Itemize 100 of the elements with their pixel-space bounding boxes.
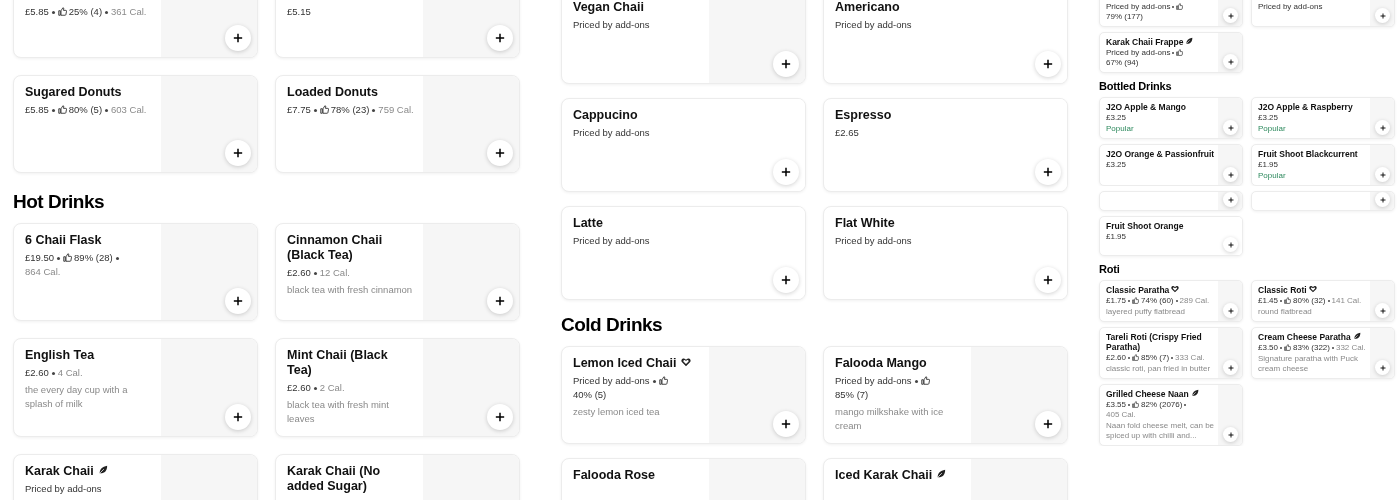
plus-icon: [495, 148, 505, 158]
menu-item-card[interactable]: Flat White Priced by add-ons: [823, 206, 1068, 300]
calories-text: 864 Cal.: [25, 266, 61, 277]
menu-item-card[interactable]: Falooda Mango Priced by add-ons 85% (7) mango milkshake with ice cream: [823, 346, 1068, 444]
plus-icon: [1227, 241, 1234, 248]
item-name: Fruit Shoot Orange: [1106, 221, 1184, 231]
price-text: £2.60: [1106, 353, 1127, 362]
item-name: Cinnamon Chaii (Black Tea): [287, 233, 383, 262]
rating-text: 85% (7): [1141, 353, 1170, 362]
calories-text: 603 Cal.: [111, 104, 147, 115]
menu-item-card[interactable]: Fruit Shoot Orange £1.95: [1099, 216, 1243, 256]
item-name: Grilled Cheese Naan: [1106, 389, 1189, 399]
price-text: £2.65: [835, 127, 859, 138]
price-text: £3.55: [1106, 400, 1127, 409]
price-text: Priced by add-ons: [573, 235, 650, 246]
popular-tag: Popular: [1106, 124, 1215, 134]
price-text: Priced by add-ons: [1106, 2, 1171, 11]
menu-item-card[interactable]: Lemon Iced Chaii Priced by add-ons 40% (5) zesty lemon iced tea: [561, 346, 806, 444]
rating-text: 80% (32): [1293, 296, 1326, 305]
calories-text: 141 Cal.: [1331, 296, 1362, 305]
item-name: Cappucino: [573, 108, 638, 122]
item-name: Karak Chaii: [25, 464, 94, 478]
plus-icon: [1379, 12, 1386, 19]
rating-text: 25% (4): [68, 6, 103, 17]
menu-item-card[interactable]: Loaded Donuts £7.75 78% (23) 759 Cal.: [275, 75, 520, 173]
item-description: layered puffy flatbread: [1106, 307, 1186, 317]
popular-tag: Popular: [1258, 171, 1367, 181]
item-name: J2O Apple & Raspberry: [1258, 102, 1353, 112]
price-text: £2.60: [25, 367, 49, 378]
menu-item-card[interactable]: Americano Priced by add-ons: [823, 0, 1068, 84]
menu-item-card[interactable]: 6 Chaii Flask £19.50 89% (28) 864 Cal.: [13, 223, 258, 321]
plus-icon: [1379, 196, 1386, 203]
price-text: Priced by add-ons: [835, 235, 912, 246]
menu-item-card[interactable]: Karak Chaii Priced by add-ons: [13, 454, 258, 500]
price-text: Priced by add-ons: [835, 19, 912, 30]
plus-icon: [1043, 59, 1053, 69]
plus-icon: [495, 296, 505, 306]
menu-item-card[interactable]: Classic Roti £1.45 80% (32) 141 Cal. round flatbread: [1251, 280, 1395, 322]
plus-icon: [1043, 419, 1053, 429]
plus-icon: [495, 33, 505, 43]
rating-text: 80% (5): [68, 104, 103, 115]
price-text: £3.50: [1258, 343, 1279, 352]
thumbs-up-icon: [1176, 49, 1184, 56]
menu-item-card[interactable]: Karak Chaii Frappe Priced by add-ons 67% (94): [1099, 32, 1243, 73]
menu-item-card[interactable]: Mint Chaii (Black Tea) £2.60 2 Cal. black tea with fresh mint leaves: [275, 338, 520, 437]
menu-item-card[interactable]: Fruit Shoot Blackcurrent £1.95 Popular: [1251, 144, 1395, 186]
menu-item-card[interactable]: Tareli Roti (Crispy Fried Paratha) £2.60 85% (7) 333 Cal. classic roti, pan fried in butter: [1099, 327, 1243, 379]
thumbs-up-icon: [658, 376, 668, 385]
plus-icon: [781, 275, 791, 285]
item-description: black tea with fresh mint leaves: [287, 398, 390, 426]
plus-icon: [1379, 364, 1386, 371]
menu-item-card[interactable]: Karak Chaii (No added Sugar): [275, 454, 520, 500]
menu-item-card[interactable]: Cappucino Priced by add-ons: [561, 98, 806, 192]
plus-icon: [1043, 167, 1053, 177]
item-description: round flatbread: [1258, 307, 1313, 317]
menu-item-card[interactable]: Cream Cheese Paratha £3.50 83% (322) 332 Cal. Signature paratha with Puck cream cheese: [1251, 327, 1395, 379]
price-text: £19.50: [25, 252, 55, 263]
thumbs-up-icon: [1176, 3, 1184, 10]
menu-item-card[interactable]: Priced by add-ons: [1251, 0, 1395, 27]
section-heading: Hot Drinks: [13, 190, 106, 214]
plus-icon: [1227, 307, 1234, 314]
item-name: Mint Chaii (Black Tea): [287, 348, 388, 377]
thumbs-up-icon: [57, 7, 67, 16]
plus-icon: [1227, 431, 1234, 438]
thumbs-up-icon: [920, 376, 930, 385]
price-text: Priced by add-ons: [25, 483, 102, 494]
rating-text: 78% (23): [330, 104, 370, 115]
price-text: Priced by add-ons: [573, 19, 650, 30]
item-name: Flat White: [835, 216, 895, 230]
price-text: £1.45: [1258, 296, 1279, 305]
rating-text: 74% (60): [1141, 296, 1174, 305]
menu-item-card[interactable]: English Tea £2.60 4 Cal. the every day cup with a splash of milk: [13, 338, 258, 437]
menu-item-card[interactable]: J2O Orange & Passionfruit £3.25: [1099, 144, 1243, 186]
menu-item-card[interactable]: £5.15: [275, 0, 520, 58]
item-name: English Tea: [25, 348, 95, 362]
price-text: Priced by add-ons: [1258, 2, 1323, 11]
calories-text: 289 Cal.: [1179, 296, 1210, 305]
menu-item-card[interactable]: Vegan Chaii Priced by add-ons: [561, 0, 806, 84]
menu-item-card[interactable]: Grilled Cheese Naan £3.55 82% (2076) 405 Cal. Naan fold cheese melt, can be spiced up with chilli and...: [1099, 384, 1243, 446]
price-text: Priced by add-ons: [835, 375, 912, 386]
menu-item-card[interactable]: Falooda Rose: [561, 458, 806, 500]
item-name: Falooda Rose: [573, 468, 655, 482]
item-name: 6 Chaii Flask: [25, 233, 102, 247]
plus-icon: [1379, 124, 1386, 131]
menu-item-card[interactable]: J2O Apple & Mango £3.25 Popular: [1099, 97, 1243, 139]
menu-item-card[interactable]: Classic Paratha £1.75 74% (60) 289 Cal. layered puffy flatbread: [1099, 280, 1243, 322]
item-description: black tea with fresh cinnamon: [287, 283, 414, 297]
menu-item-card[interactable]: Iced Karak Chaii: [823, 458, 1068, 500]
plus-icon: [781, 167, 791, 177]
menu-item-card[interactable]: Sugared Donuts £5.85 80% (5) 603 Cal.: [13, 75, 258, 173]
menu-item-card[interactable]: Espresso £2.65: [823, 98, 1068, 192]
menu-item-card[interactable]: J2O Apple & Raspberry £3.25 Popular: [1251, 97, 1395, 139]
item-name: Espresso: [835, 108, 892, 122]
menu-item-card[interactable]: £5.85 25% (4) 361 Cal.: [13, 0, 258, 58]
menu-item-card[interactable]: Priced by add-ons 79% (177): [1099, 0, 1243, 27]
plus-icon: [233, 33, 243, 43]
calories-text: 333 Cal.: [1175, 353, 1205, 362]
menu-item-card[interactable]: Latte Priced by add-ons: [561, 206, 806, 300]
menu-item-card[interactable]: Cinnamon Chaii (Black Tea) £2.60 12 Cal. black tea with fresh cinnamon: [275, 223, 520, 321]
item-name: Fruit Shoot Blackcurrent: [1258, 149, 1358, 159]
